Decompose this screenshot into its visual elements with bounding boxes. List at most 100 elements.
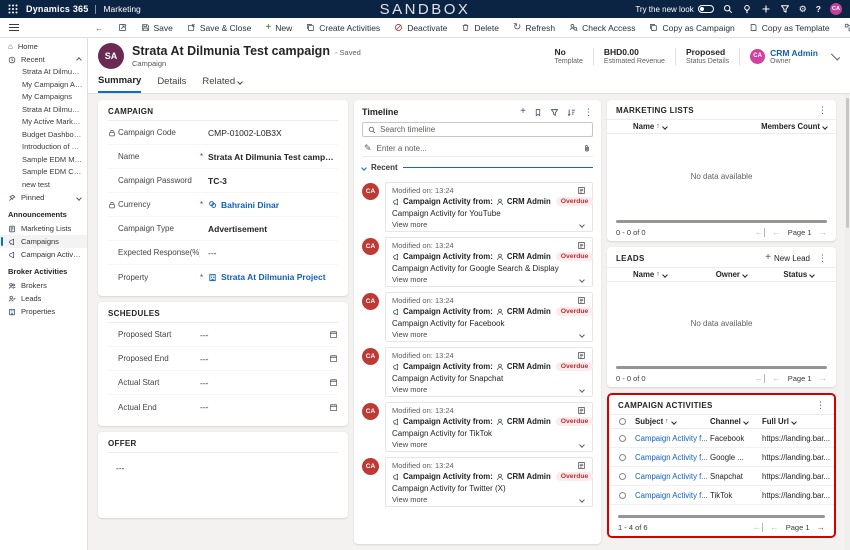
offer-value[interactable]: ---: [108, 453, 338, 477]
recent-item[interactable]: new test: [0, 179, 87, 192]
column-header-owner[interactable]: Owner: [716, 270, 784, 279]
column-header-channel[interactable]: Channel: [710, 417, 762, 426]
refresh-button[interactable]: ↻ Refresh: [506, 18, 562, 37]
header-collapse-icon[interactable]: [831, 51, 840, 60]
panel-more-icon[interactable]: ⋮: [818, 254, 827, 263]
quick-create-icon[interactable]: [761, 4, 771, 14]
campaign-code-value[interactable]: CMP-01002-L0B3X: [208, 128, 282, 138]
nav-hamburger-icon[interactable]: [0, 22, 88, 33]
sort-records-icon[interactable]: [567, 108, 576, 117]
calendar-icon[interactable]: [329, 330, 338, 339]
row-radio[interactable]: [619, 454, 626, 461]
recent-item[interactable]: My Campaigns: [0, 91, 87, 104]
table-row[interactable]: Campaign Activity f... TikTok https://la…: [609, 486, 834, 505]
column-header-name[interactable]: Name↑: [607, 270, 716, 279]
vertical-scrollbar[interactable]: [845, 94, 850, 550]
subject-link[interactable]: Campaign Activity f...: [635, 491, 710, 500]
subject-link[interactable]: Campaign Activity f...: [635, 434, 710, 443]
user-avatar[interactable]: CA: [830, 3, 842, 15]
currency-link[interactable]: Bahraini Dinar: [208, 200, 279, 210]
view-more-button[interactable]: View more: [392, 220, 586, 229]
note-input[interactable]: ✎ Enter a note...: [362, 141, 593, 157]
toggle-switch[interactable]: [698, 5, 714, 13]
copy-as-template-button[interactable]: Copy as Template: [742, 18, 837, 37]
view-more-button[interactable]: View more: [392, 275, 586, 284]
timeline-add-icon[interactable]: +: [520, 107, 526, 117]
next-page-button[interactable]: →: [819, 228, 828, 237]
panel-more-icon[interactable]: ⋮: [818, 106, 827, 115]
previous-page-button[interactable]: ←: [772, 228, 781, 237]
calendar-icon[interactable]: [329, 354, 338, 363]
sidebar-item-campaign-activities[interactable]: Campaign Activities: [0, 248, 87, 261]
save-button[interactable]: Save: [134, 18, 180, 37]
table-row[interactable]: Campaign Activity f... Google ... https:…: [609, 448, 834, 467]
create-activities-button[interactable]: Create Activities: [299, 18, 387, 37]
recent-item[interactable]: Strata At Dilmunia Te...: [0, 104, 87, 117]
check-access-button[interactable]: Check Access: [562, 18, 642, 37]
actual-start-value[interactable]: ---: [200, 378, 209, 388]
recent-item[interactable]: My Active Marketing...: [0, 116, 87, 129]
calendar-icon[interactable]: [329, 403, 338, 412]
timeline-search-input[interactable]: Search timeline: [362, 122, 593, 137]
search-icon[interactable]: [723, 4, 733, 14]
timeline-entry[interactable]: CA Modified on: 13:24 Campaign Activity …: [362, 457, 593, 507]
previous-page-button[interactable]: ←: [770, 523, 779, 532]
horizontal-scrollbar[interactable]: [618, 515, 825, 518]
sidebar-item-recent[interactable]: Recent: [0, 53, 87, 66]
first-page-button[interactable]: ←: [755, 374, 766, 383]
next-page-button[interactable]: →: [817, 523, 826, 532]
property-link[interactable]: Strata At Dilmunia Project: [208, 272, 326, 282]
first-page-button[interactable]: ←: [755, 228, 766, 237]
view-more-button[interactable]: View more: [392, 440, 586, 449]
horizontal-scrollbar[interactable]: [616, 366, 827, 369]
tab-related[interactable]: Related: [202, 75, 242, 93]
back-button[interactable]: ←: [88, 18, 111, 37]
sidebar-item-properties[interactable]: Properties: [0, 305, 87, 318]
view-more-button[interactable]: View more: [392, 330, 586, 339]
sidebar-item-leads[interactable]: Leads: [0, 292, 87, 305]
view-more-button[interactable]: View more: [392, 385, 586, 394]
previous-page-button[interactable]: ←: [772, 374, 781, 383]
expected-response-value[interactable]: ---: [208, 248, 217, 258]
sidebar-item-pinned[interactable]: Pinned: [0, 191, 87, 204]
save-close-button[interactable]: Save & Close: [180, 18, 259, 37]
deactivate-button[interactable]: Deactivate: [387, 18, 454, 37]
waffle-icon[interactable]: [8, 4, 18, 14]
select-all-radio[interactable]: [619, 418, 626, 425]
tab-summary[interactable]: Summary: [98, 75, 141, 93]
subject-link[interactable]: Campaign Activity f...: [635, 453, 710, 462]
focused-view-icon[interactable]: [111, 18, 134, 37]
delete-button[interactable]: Delete: [454, 18, 506, 37]
open-record-icon[interactable]: [577, 406, 586, 415]
first-page-button[interactable]: ←: [753, 523, 764, 532]
timeline-more-icon[interactable]: ⋮: [584, 108, 593, 117]
column-header-name[interactable]: Name↑: [607, 122, 667, 131]
help-icon[interactable]: ?: [816, 4, 821, 14]
timeline-recent-toggle[interactable]: Recent: [362, 160, 593, 175]
tab-details[interactable]: Details: [157, 75, 186, 93]
column-header-status[interactable]: Status: [783, 270, 836, 279]
open-record-icon[interactable]: [577, 186, 586, 195]
lightbulb-icon[interactable]: [742, 4, 752, 14]
panel-more-icon[interactable]: ⋮: [816, 401, 825, 410]
open-record-icon[interactable]: [577, 461, 586, 470]
table-row[interactable]: Campaign Activity f... Snapchat https://…: [609, 467, 834, 486]
subject-link[interactable]: Campaign Activity f...: [635, 472, 710, 481]
sidebar-item-campaigns[interactable]: Campaigns: [0, 235, 87, 248]
recent-item[interactable]: My Campaign Activit...: [0, 79, 87, 92]
timeline-entry[interactable]: CA Modified on: 13:24 Campaign Activity …: [362, 402, 593, 452]
copy-as-campaign-button[interactable]: Copy as Campaign: [642, 18, 741, 37]
view-more-button[interactable]: View more: [392, 495, 586, 504]
column-header-full-url[interactable]: Full Url: [762, 417, 834, 426]
new-lead-button[interactable]: + New Lead: [765, 253, 810, 263]
owner-avatar[interactable]: CA: [750, 49, 765, 64]
recent-item[interactable]: Sample EDM Message: [0, 154, 87, 167]
proposed-start-value[interactable]: ---: [200, 330, 209, 340]
table-row[interactable]: Campaign Activity f... Facebook https://…: [609, 429, 834, 448]
timeline-entry[interactable]: CA Modified on: 13:24 Campaign Activity …: [362, 292, 593, 342]
recent-item[interactable]: Strata At Dilmunia Te...: [0, 66, 87, 79]
timeline-entry[interactable]: CA Modified on: 13:24 Campaign Activity …: [362, 237, 593, 287]
sidebar-item-home[interactable]: ⌂ Home: [0, 40, 87, 53]
column-header-subject[interactable]: Subject↑: [635, 417, 710, 426]
filter-icon[interactable]: [780, 4, 790, 14]
